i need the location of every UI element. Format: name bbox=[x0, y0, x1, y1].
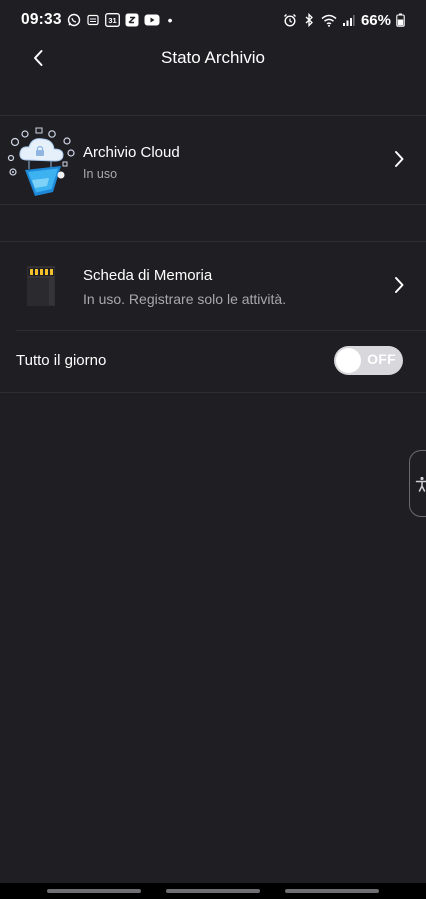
sd-card-icon bbox=[26, 265, 56, 307]
notes-icon bbox=[125, 13, 139, 27]
wifi-icon bbox=[321, 13, 337, 27]
cloud-storage-status: In uso bbox=[83, 167, 118, 181]
cloud-storage-icon bbox=[5, 122, 79, 202]
status-time: 09:33 bbox=[21, 11, 62, 28]
cloud-storage-title: Archivio Cloud bbox=[83, 144, 180, 161]
notification-dot: • bbox=[167, 12, 173, 28]
chevron-left-icon bbox=[34, 50, 43, 66]
back-button[interactable] bbox=[24, 44, 52, 72]
accessibility-icon bbox=[415, 476, 426, 492]
nav-back-button[interactable] bbox=[285, 889, 379, 893]
divider bbox=[0, 204, 426, 205]
page-title: Stato Archivio bbox=[161, 48, 265, 67]
status-bar: 09:33 31 • 66% bbox=[0, 0, 426, 40]
chevron-right-icon bbox=[395, 151, 404, 167]
header: Stato Archivio bbox=[0, 38, 426, 78]
divider bbox=[16, 330, 426, 331]
navigation-bar bbox=[0, 883, 426, 899]
status-bar-right: 66% bbox=[283, 12, 405, 29]
cloud-storage-row[interactable]: Archivio Cloud In uso bbox=[0, 116, 426, 204]
nav-recent-apps-button[interactable] bbox=[47, 889, 141, 893]
battery-icon bbox=[396, 13, 405, 27]
accessibility-tab[interactable] bbox=[409, 450, 426, 517]
youtube-icon bbox=[144, 13, 160, 27]
battery-percent: 66% bbox=[360, 11, 391, 29]
bluetooth-icon bbox=[302, 13, 316, 27]
nav-home-button[interactable] bbox=[166, 889, 260, 893]
status-bar-left: 09:33 31 • bbox=[21, 11, 173, 29]
signal-icon bbox=[342, 13, 356, 27]
chevron-right-icon bbox=[395, 277, 404, 293]
memory-card-title: Scheda di Memoria bbox=[83, 267, 213, 284]
memory-card-row[interactable]: Scheda di Memoria In uso. Registrare sol… bbox=[0, 242, 426, 330]
calendar-31-icon: 31 bbox=[104, 13, 120, 27]
alarm-icon bbox=[283, 13, 297, 27]
memory-card-status: In uso. Registrare solo le attività. bbox=[83, 291, 287, 307]
divider bbox=[0, 392, 426, 393]
toggle-knob bbox=[336, 348, 361, 373]
all-day-label: Tutto il giorno bbox=[16, 352, 107, 369]
whatsapp-icon bbox=[67, 13, 81, 27]
calendar-icon bbox=[86, 13, 100, 27]
toggle-state-label: OFF bbox=[367, 351, 396, 367]
calendar-day-text: 31 bbox=[108, 16, 116, 25]
all-day-toggle[interactable]: OFF bbox=[334, 346, 403, 375]
